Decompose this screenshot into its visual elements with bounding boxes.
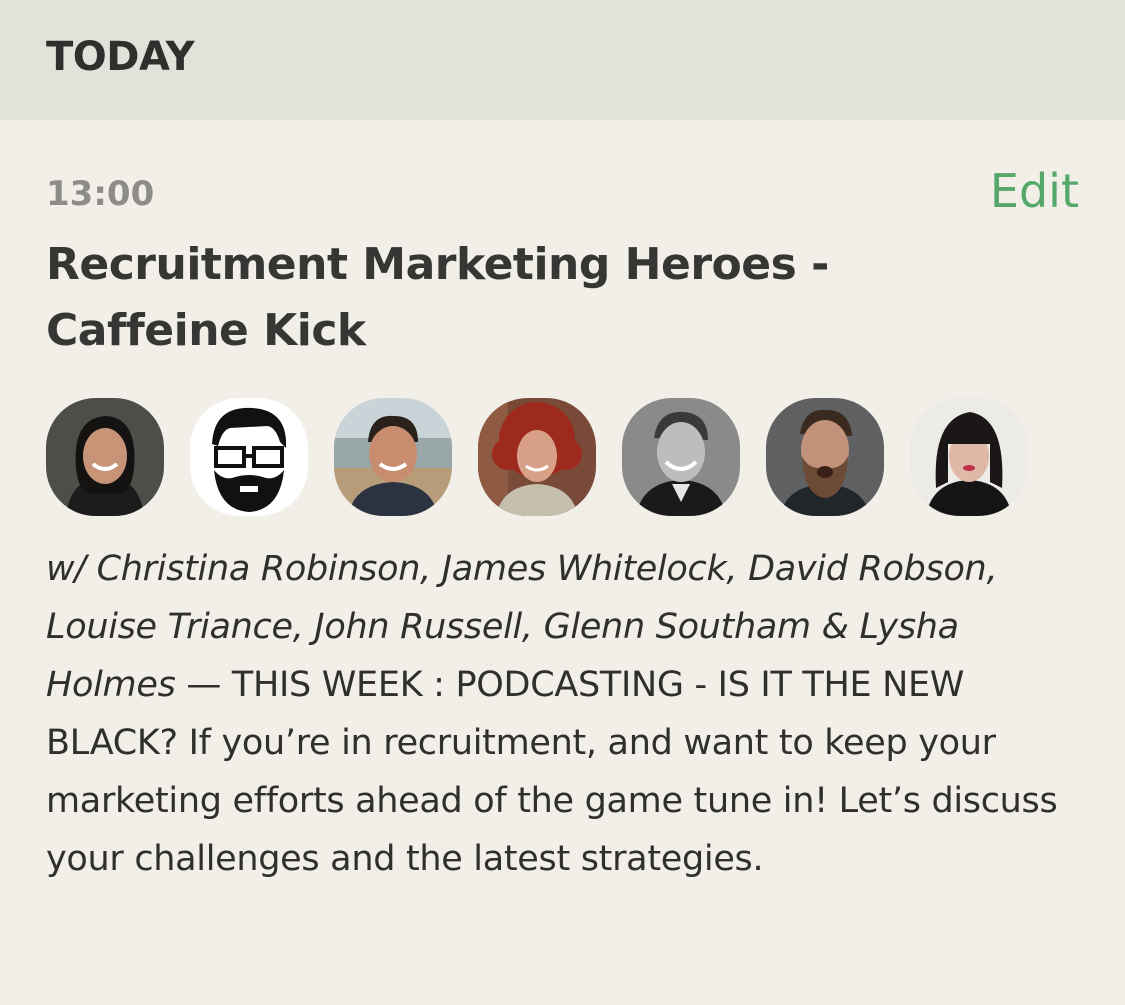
event-description: w/ Christina Robinson, James Whitelock, … (46, 540, 1086, 888)
avatar-photo-5 (766, 398, 884, 516)
avatar-photo-3 (478, 398, 596, 516)
avatar-photo-6 (910, 398, 1028, 516)
avatar-photo-1 (46, 398, 164, 516)
section-header-label: TODAY (46, 34, 195, 80)
avatar-photo-4 (622, 398, 740, 516)
speaker-avatar-john-russell[interactable] (622, 398, 740, 516)
speaker-avatar-david-robson[interactable] (334, 398, 452, 516)
avatar-photo-2 (334, 398, 452, 516)
section-header-today: TODAY (0, 0, 1125, 120)
speaker-avatar-christina-robinson[interactable] (46, 398, 164, 516)
avatar-illustration-1 (190, 398, 308, 516)
speaker-avatar-glenn-southam[interactable] (766, 398, 884, 516)
event-card[interactable]: 13:00 Edit Recruitment Marketing Heroes … (0, 120, 1125, 1005)
event-time: 13:00 (46, 174, 155, 214)
event-separator: — (175, 665, 232, 705)
event-title: Recruitment Marketing Heroes - Caffeine … (46, 239, 829, 356)
edit-button[interactable]: Edit (990, 164, 1079, 218)
event-time-row: 13:00 Edit (46, 164, 1079, 220)
speaker-avatar-james-whitelock[interactable] (190, 398, 308, 516)
speaker-avatar-louise-triance[interactable] (478, 398, 596, 516)
speaker-avatars (46, 398, 1054, 518)
speaker-avatar-lysha-holmes[interactable] (910, 398, 1028, 516)
